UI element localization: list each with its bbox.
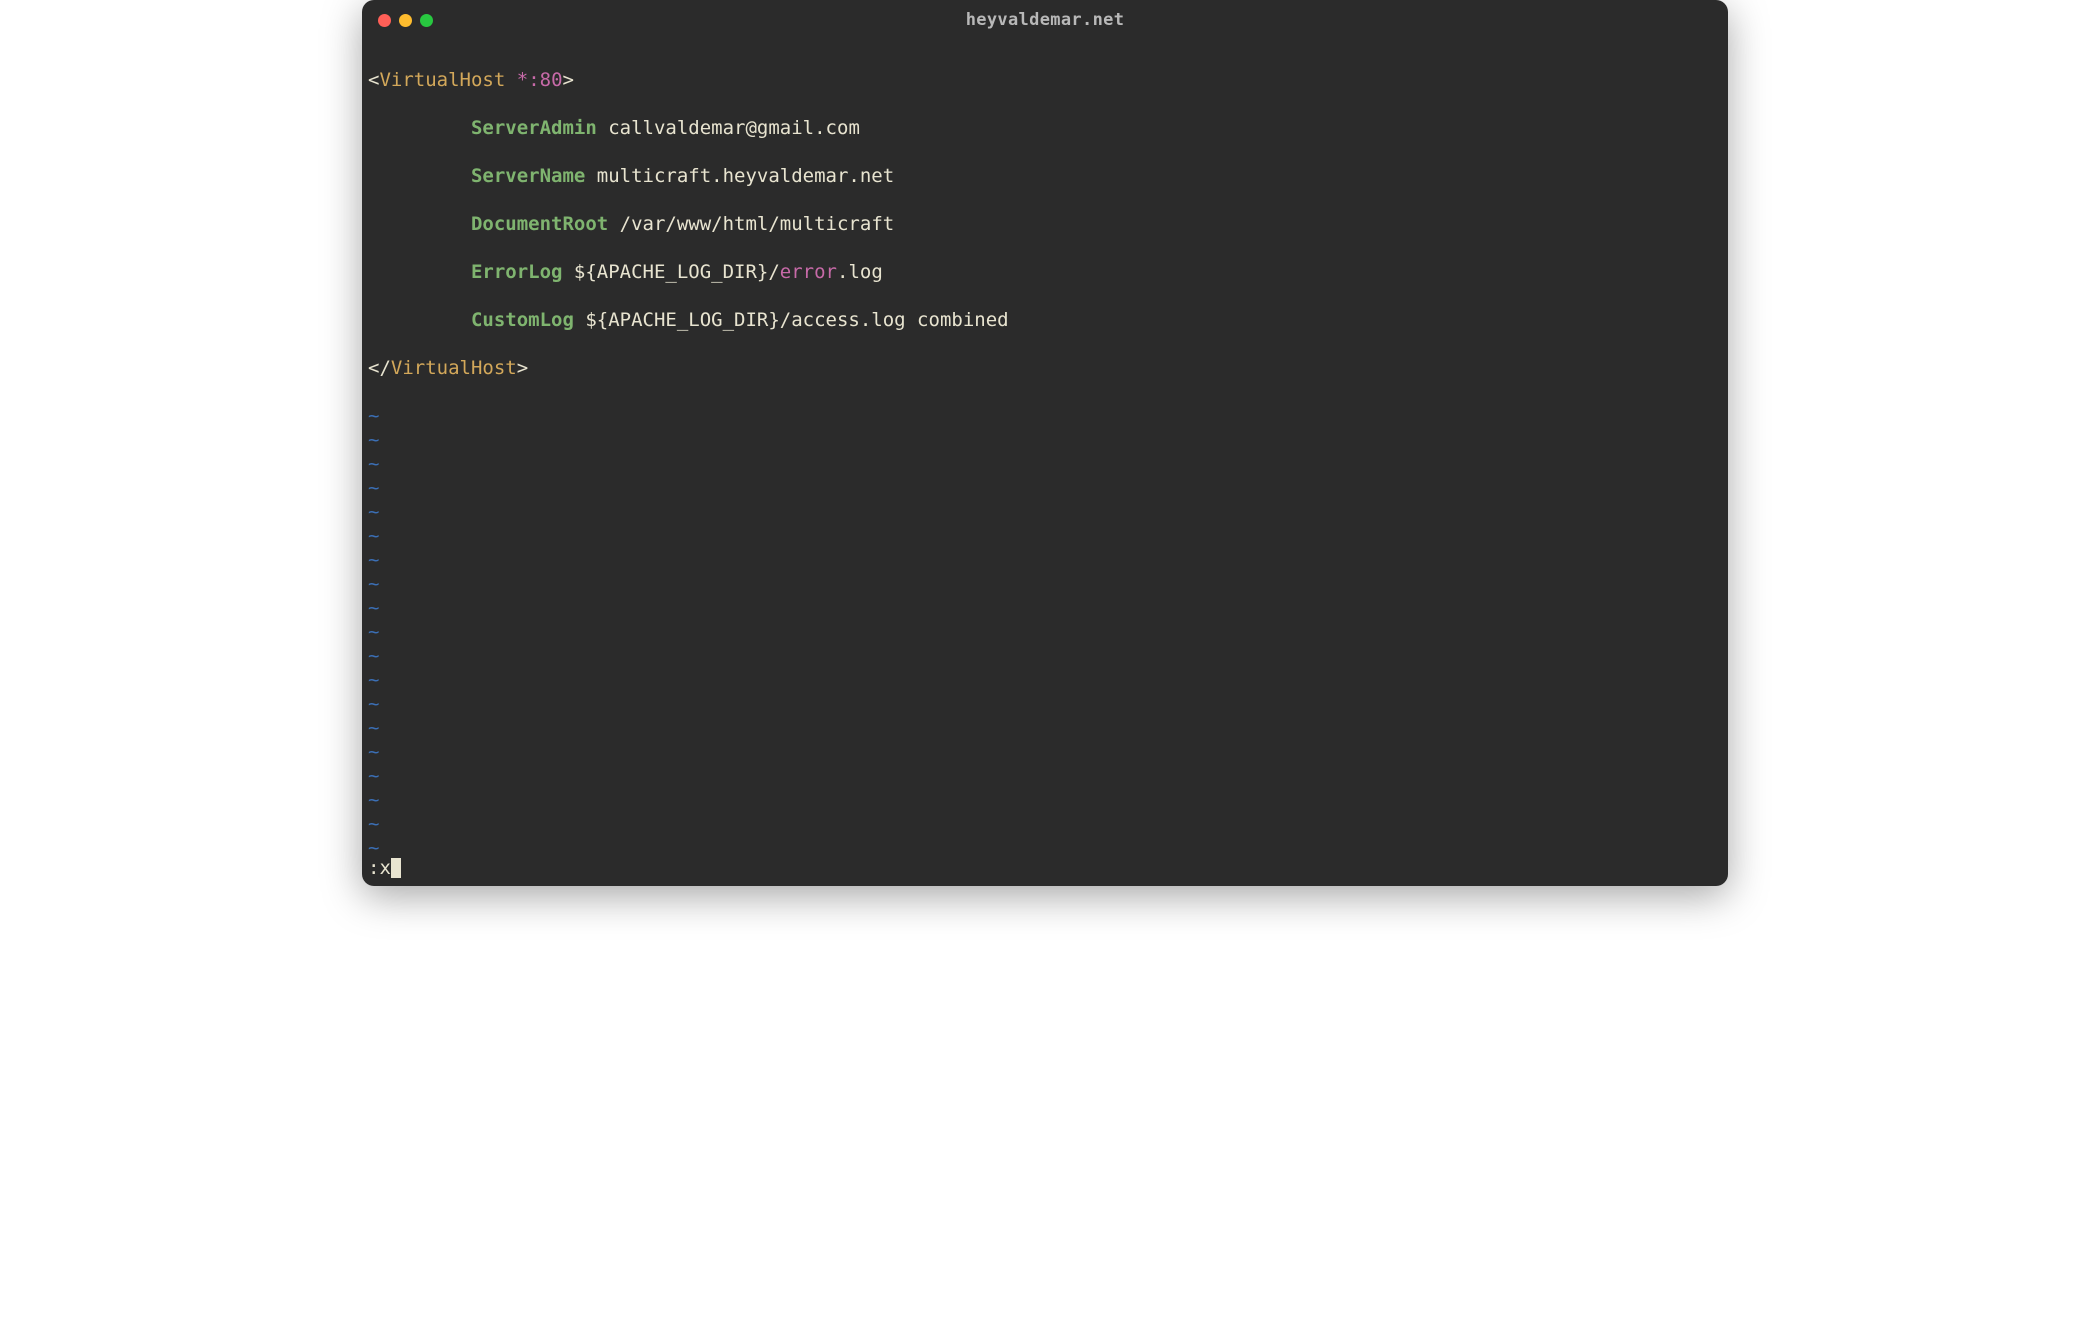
directive-value: callvaldemar@gmail.com (597, 117, 860, 139)
vim-empty-line: ~ (368, 620, 1722, 644)
directive-server-name: ServerName (471, 165, 585, 187)
vim-command-line[interactable]: :x (362, 856, 1728, 886)
directive-value: ${APACHE_LOG_DIR}/access.log combined (574, 309, 1009, 331)
vim-empty-line: ~ (368, 596, 1722, 620)
directive-document-root: DocumentRoot (471, 213, 608, 235)
directive-value: /var/www/html/multicraft (608, 213, 894, 235)
directive-server-admin: ServerAdmin (471, 117, 597, 139)
code-line: ServerName multicraft.heyvaldemar.net (368, 164, 1722, 188)
vim-empty-lines: ~~~~~~~~~~~~~~~~~~~~~~~~~~ (368, 404, 1722, 856)
code-line: DocumentRoot /var/www/html/multicraft (368, 212, 1722, 236)
vim-empty-line: ~ (368, 500, 1722, 524)
vim-empty-line: ~ (368, 716, 1722, 740)
maximize-icon[interactable] (420, 14, 433, 27)
code-line: ErrorLog ${APACHE_LOG_DIR}/error.log (368, 260, 1722, 284)
tag-close-bracket: > (563, 69, 574, 91)
tilde-icon: ~ (368, 789, 379, 811)
tilde-icon: ~ (368, 405, 379, 427)
tag-space (505, 69, 516, 91)
error-keyword: error (780, 261, 837, 283)
tilde-icon: ~ (368, 813, 379, 835)
tilde-icon: ~ (368, 549, 379, 571)
code-line: CustomLog ${APACHE_LOG_DIR}/access.log c… (368, 308, 1722, 332)
vim-empty-line: ~ (368, 404, 1722, 428)
vim-empty-line: ~ (368, 836, 1722, 856)
tilde-icon: ~ (368, 621, 379, 643)
vim-empty-line: ~ (368, 764, 1722, 788)
vim-empty-line: ~ (368, 428, 1722, 452)
vim-empty-line: ~ (368, 692, 1722, 716)
vim-editor[interactable]: <VirtualHost *:80> ServerAdmin callvalde… (362, 40, 1728, 856)
tilde-icon: ~ (368, 525, 379, 547)
cursor-icon (391, 858, 401, 878)
tilde-icon: ~ (368, 573, 379, 595)
code-line: <VirtualHost *:80> (368, 68, 1722, 92)
vim-empty-line: ~ (368, 812, 1722, 836)
vim-empty-line: ~ (368, 572, 1722, 596)
tilde-icon: ~ (368, 717, 379, 739)
code-line: ServerAdmin callvaldemar@gmail.com (368, 116, 1722, 140)
directive-value: multicraft.heyvaldemar.net (585, 165, 894, 187)
vim-empty-line: ~ (368, 668, 1722, 692)
window-controls (362, 14, 433, 27)
tag-name: VirtualHost (379, 69, 505, 91)
tag-attr: *:80 (517, 69, 563, 91)
vim-empty-line: ~ (368, 788, 1722, 812)
tilde-icon: ~ (368, 453, 379, 475)
tilde-icon: ~ (368, 501, 379, 523)
tag-close-name: VirtualHost (391, 357, 517, 379)
tilde-icon: ~ (368, 597, 379, 619)
tilde-icon: ~ (368, 765, 379, 787)
directive-error-log: ErrorLog (471, 261, 563, 283)
tilde-icon: ~ (368, 477, 379, 499)
vim-empty-line: ~ (368, 740, 1722, 764)
vim-empty-line: ~ (368, 524, 1722, 548)
tag-close-open-bracket: </ (368, 357, 391, 379)
vim-empty-line: ~ (368, 452, 1722, 476)
directive-value-prefix: ${APACHE_LOG_DIR}/ (562, 261, 779, 283)
directive-value-suffix: .log (837, 261, 883, 283)
tilde-icon: ~ (368, 837, 379, 856)
vim-empty-line: ~ (368, 548, 1722, 572)
close-icon[interactable] (378, 14, 391, 27)
command-text: x (379, 856, 390, 880)
tilde-icon: ~ (368, 645, 379, 667)
tilde-icon: ~ (368, 429, 379, 451)
vim-empty-line: ~ (368, 644, 1722, 668)
tilde-icon: ~ (368, 741, 379, 763)
tag-close-close-bracket: > (517, 357, 528, 379)
minimize-icon[interactable] (399, 14, 412, 27)
directive-custom-log: CustomLog (471, 309, 574, 331)
vim-empty-line: ~ (368, 476, 1722, 500)
tag-open-bracket: < (368, 69, 379, 91)
command-prefix: : (368, 856, 379, 880)
window-title: heyvaldemar.net (362, 8, 1728, 32)
code-line: </VirtualHost> (368, 356, 1722, 380)
tilde-icon: ~ (368, 693, 379, 715)
tilde-icon: ~ (368, 669, 379, 691)
titlebar: heyvaldemar.net (362, 0, 1728, 40)
terminal-window: heyvaldemar.net <VirtualHost *:80> Serve… (362, 0, 1728, 886)
